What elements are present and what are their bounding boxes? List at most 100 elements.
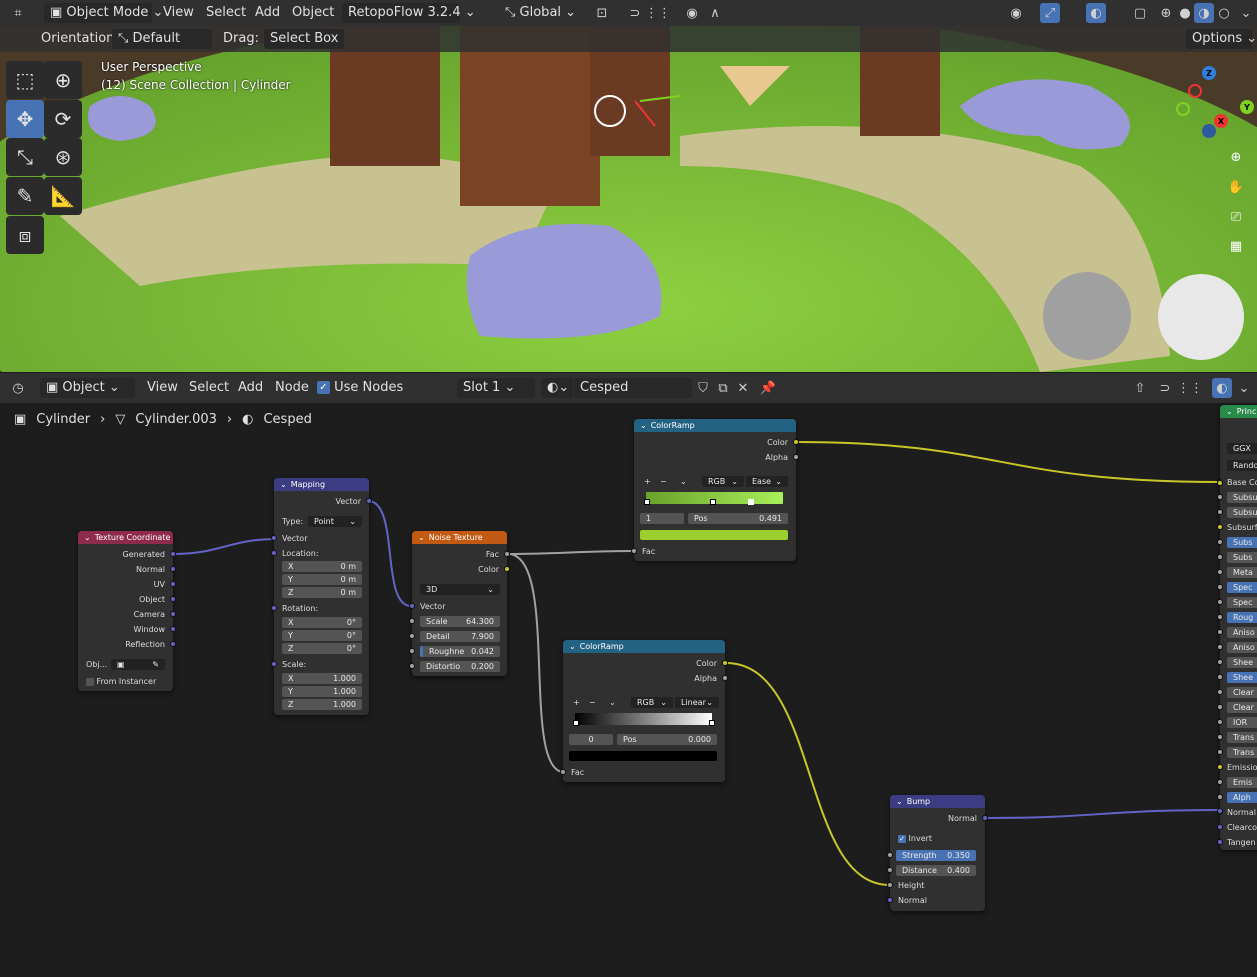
colorramp-green-node[interactable]: ColorRamp Color Alpha + − ⌄ RGB⌄ Ease⌄ 1…	[631, 419, 799, 561]
editor-type-icon[interactable]: ◷	[8, 378, 28, 398]
ramp-stop-3[interactable]	[748, 499, 754, 505]
node-menu-select[interactable]: Select	[189, 378, 229, 398]
bsdf-input-socket[interactable]	[1217, 764, 1223, 770]
ortho-grid-icon[interactable]: ▦	[1226, 236, 1246, 256]
ramp-menu-icon[interactable]: ⌄	[680, 476, 687, 487]
socket-strength-in[interactable]	[887, 852, 893, 858]
socket-distortion-in[interactable]	[409, 663, 415, 669]
scale-tool[interactable]: ⤡	[6, 138, 44, 176]
move-tool[interactable]: ✥	[6, 100, 44, 138]
zoom-icon[interactable]: ⊕	[1226, 147, 1246, 167]
gizmo-neg-x[interactable]	[1188, 84, 1202, 98]
distance-field[interactable]: Distance 0.400	[896, 865, 976, 876]
retopoflow-menu[interactable]: RetopoFlow 3.2.4 ⌄	[342, 3, 476, 23]
from-instancer-checkbox[interactable]: From Instancer	[86, 676, 156, 687]
bsdf-input-row[interactable]: Roug	[1227, 612, 1257, 623]
socket-normal[interactable]	[170, 566, 176, 572]
bsdf-input-socket[interactable]	[1217, 704, 1223, 710]
bsdf-input-socket[interactable]	[1217, 749, 1223, 755]
shading-solid-icon[interactable]: ●	[1175, 3, 1195, 23]
socket-fac-in[interactable]	[631, 548, 637, 554]
socket-normal-in[interactable]	[887, 897, 893, 903]
overlay-toggle-icon[interactable]: ◐	[1212, 378, 1232, 398]
bsdf-input-socket[interactable]	[1217, 614, 1223, 620]
fake-user-icon[interactable]: ⛉	[693, 378, 713, 398]
shading-wireframe-icon[interactable]: ⊕	[1156, 3, 1176, 23]
bsdf-input-row[interactable]: Shee	[1227, 672, 1257, 683]
rotate-tool[interactable]: ⟳	[44, 100, 82, 138]
stop-color-swatch[interactable]	[640, 530, 788, 540]
bsdf-input-socket[interactable]	[1217, 674, 1223, 680]
orientation-dropdown[interactable]: ⤡ Default	[112, 29, 212, 49]
drag-dropdown[interactable]: Select Box	[264, 29, 344, 49]
shader-type-dropdown[interactable]: ▣ Object ⌄	[40, 378, 135, 398]
bsdf-input-socket[interactable]	[1217, 839, 1223, 845]
socket-reflection[interactable]	[170, 641, 176, 647]
stop-color-swatch[interactable]	[569, 751, 717, 761]
node-header[interactable]: Bump	[890, 795, 985, 808]
bsdf-input-socket[interactable]	[1217, 599, 1223, 605]
bsdf-input-socket[interactable]	[1217, 824, 1223, 830]
bsdf-input-row[interactable]: Shee	[1227, 657, 1257, 668]
socket-rotation[interactable]	[271, 605, 277, 611]
scale-z[interactable]: Z 1.000	[282, 699, 362, 710]
bsdf-input-socket[interactable]	[1217, 719, 1223, 725]
socket-window[interactable]	[170, 626, 176, 632]
texture-coordinate-node[interactable]: Texture Coordinate Generated Normal UV O…	[78, 531, 176, 691]
gizmo-y-axis[interactable]: Y	[1240, 100, 1254, 114]
remove-stop-icon[interactable]: −	[660, 476, 667, 487]
bsdf-input-row[interactable]: Clearco	[1227, 822, 1257, 833]
camera-icon[interactable]: ⎚	[1226, 207, 1246, 227]
invert-checkbox[interactable]: ✓ Invert	[898, 833, 932, 844]
socket-alpha-out[interactable]	[793, 454, 799, 460]
bsdf-input-row[interactable]: Subsu	[1227, 492, 1257, 503]
socket-color-out[interactable]	[504, 566, 510, 572]
stop-index-field[interactable]: 0	[569, 734, 613, 745]
add-cube-tool[interactable]: ⧈	[6, 216, 44, 254]
bump-node[interactable]: Bump Normal ✓ Invert Strength 0.350 Dista…	[887, 795, 988, 911]
ramp-menu-icon[interactable]: ⌄	[609, 697, 616, 708]
rotation-y[interactable]: Y 0°	[282, 630, 362, 641]
location-y[interactable]: Y 0 m	[282, 574, 362, 585]
bsdf-input-socket[interactable]	[1217, 629, 1223, 635]
ramp-stop-1[interactable]	[644, 499, 650, 505]
bsdf-input-socket[interactable]	[1217, 689, 1223, 695]
pin-icon[interactable]: 📌	[758, 378, 778, 398]
socket-vector-out[interactable]	[366, 498, 372, 504]
color-mode-dropdown[interactable]: RGB ⌄	[702, 476, 744, 487]
menu-object[interactable]: Object	[292, 3, 334, 23]
gizmo-neg-z[interactable]	[1202, 124, 1216, 138]
socket-fac-in[interactable]	[560, 769, 566, 775]
bsdf-input-row[interactable]: Spec	[1227, 582, 1257, 593]
roughness-field[interactable]: Roughne 0.042	[420, 646, 500, 657]
socket-vector-in[interactable]	[271, 535, 277, 541]
socket-distance-in[interactable]	[887, 867, 893, 873]
color-mode-dropdown[interactable]: RGB ⌄	[631, 697, 673, 708]
bsdf-input-socket[interactable]	[1217, 584, 1223, 590]
stop-position-field[interactable]: Pos 0.491	[688, 513, 788, 524]
unlink-icon[interactable]: ✕	[733, 378, 753, 398]
select-box-tool[interactable]: ⬚	[6, 61, 44, 99]
bsdf-input-socket[interactable]	[1217, 494, 1223, 500]
distribution-dropdown[interactable]: GGX	[1227, 443, 1257, 454]
gizmo-z-axis[interactable]: Z	[1202, 66, 1216, 80]
interpolation-dropdown[interactable]: Ease ⌄	[746, 476, 788, 487]
falloff-icon[interactable]: ∧	[705, 3, 725, 23]
menu-add[interactable]: Add	[255, 3, 280, 23]
bsdf-input-row[interactable]: Emissio	[1227, 762, 1257, 773]
snap-target-icon[interactable]: ⋮⋮	[645, 3, 671, 23]
snap-icon[interactable]: ⊃	[1155, 378, 1175, 398]
scale-y[interactable]: Y 1.000	[282, 686, 362, 697]
socket-roughness-in[interactable]	[409, 648, 415, 654]
bsdf-input-socket[interactable]	[1217, 509, 1223, 515]
socket-camera[interactable]	[170, 611, 176, 617]
bsdf-input-row[interactable]: Clear	[1227, 687, 1257, 698]
node-header[interactable]: Noise Texture	[412, 531, 507, 544]
cursor-tool[interactable]: ⊕	[44, 61, 82, 99]
bsdf-input-socket[interactable]	[1217, 644, 1223, 650]
pivot-icon[interactable]: ⊡	[592, 3, 612, 23]
bsdf-input-row[interactable]: Alph	[1227, 792, 1257, 803]
rotation-z[interactable]: Z 0°	[282, 643, 362, 654]
snap-icon[interactable]: ⊃	[625, 3, 645, 23]
ramp-stop-2[interactable]	[710, 499, 716, 505]
